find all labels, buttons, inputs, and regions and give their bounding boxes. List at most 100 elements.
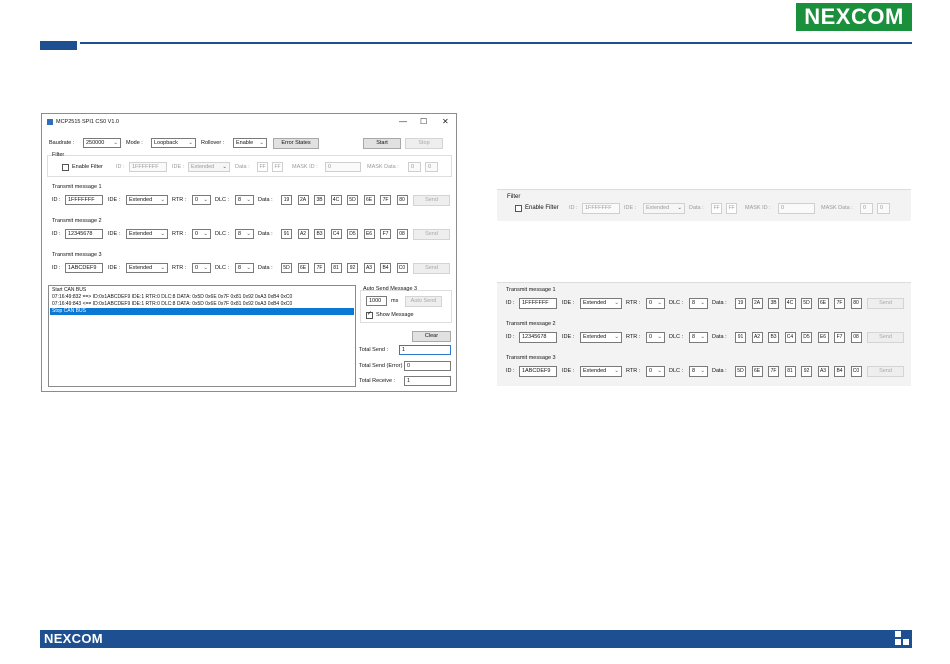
send-button-1[interactable]: Send (867, 298, 904, 309)
transmit-data-box[interactable]: C4 (330, 229, 342, 239)
transmit-dlc-select-2[interactable]: 8 ⌄ (235, 229, 254, 239)
transmit-dlc-select-1[interactable]: 8 ⌄ (689, 298, 708, 309)
transmit-data-box[interactable]: 7F (380, 195, 391, 205)
transmit-ide-select-3[interactable]: Extended ⌄ (580, 366, 622, 377)
transmit-id-field-2[interactable]: 12345678 (65, 229, 103, 239)
total-send-field[interactable]: 1 (399, 345, 451, 355)
filter-mask-data-field[interactable]: 0 (425, 162, 438, 172)
transmit-data-box[interactable]: 91 (281, 229, 292, 239)
transmit-ide-select-1[interactable]: Extended ⌄ (580, 298, 622, 309)
send-button-3[interactable]: Send (867, 366, 904, 377)
filter-data-box[interactable]: FF (726, 203, 737, 214)
transmit-dlc-select-3[interactable]: 8 ⌄ (689, 366, 708, 377)
transmit-data-box[interactable]: 81 (784, 366, 796, 377)
transmit-data-box[interactable]: 4C (330, 195, 342, 205)
message-log[interactable]: Start CAN BUS 07:16:49:832 ==> ID:0x1ABC… (48, 285, 356, 387)
transmit-data-box[interactable]: D5 (801, 332, 812, 343)
enable-filter-checkbox[interactable] (62, 164, 69, 171)
transmit-data-box[interactable]: E6 (817, 332, 829, 343)
mode-select[interactable]: Loopback ⌄ (151, 138, 196, 148)
transmit-dlc-select-3[interactable]: 8 ⌄ (235, 263, 254, 273)
transmit-id-field-3[interactable]: 1ABCDEF9 (519, 366, 557, 377)
transmit-data-box[interactable]: 6E (363, 195, 375, 205)
baudrate-select[interactable]: 250000 ⌄ (83, 138, 121, 148)
transmit-ide-select-3[interactable]: Extended ⌄ (126, 263, 168, 273)
transmit-data-box[interactable]: 91 (735, 332, 746, 343)
filter-mask-data-field[interactable]: 0 (860, 203, 873, 214)
transmit-data-box[interactable]: A3 (817, 366, 829, 377)
transmit-data-box[interactable]: C0 (396, 263, 408, 273)
transmit-data-box[interactable]: B4 (380, 263, 391, 273)
start-button[interactable]: Start (363, 138, 401, 149)
transmit-rtr-select-1[interactable]: 0 ⌄ (646, 298, 665, 309)
filter-data-box[interactable]: FF (257, 162, 268, 172)
transmit-data-box[interactable]: E6 (363, 229, 375, 239)
filter-id-field[interactable]: 1FFFFFFF (129, 162, 167, 172)
auto-send-interval-field[interactable]: 1000 (366, 296, 387, 306)
transmit-dlc-select-1[interactable]: 8 ⌄ (235, 195, 254, 205)
maximize-icon[interactable]: ☐ (420, 117, 427, 127)
transmit-data-box[interactable]: 80 (396, 195, 408, 205)
send-button-3[interactable]: Send (413, 263, 450, 274)
log-line-selected[interactable]: Stop CAN BUS (50, 308, 354, 315)
transmit-data-box[interactable]: 19 (281, 195, 292, 205)
filter-mask-id-field[interactable]: 0 (325, 162, 361, 172)
transmit-data-box[interactable]: 4C (784, 298, 796, 309)
filter-id-field[interactable]: 1FFFFFFF (582, 203, 620, 214)
transmit-data-box[interactable]: C4 (784, 332, 796, 343)
transmit-data-box[interactable]: A2 (297, 229, 309, 239)
transmit-data-box[interactable]: 2A (297, 195, 309, 205)
error-states-button[interactable]: Error States (273, 138, 319, 149)
close-icon[interactable]: ✕ (442, 117, 449, 127)
filter-mask-id-field[interactable]: 0 (778, 203, 815, 214)
filter-data-box[interactable]: FF (272, 162, 283, 172)
transmit-data-box[interactable]: B3 (768, 332, 779, 343)
transmit-data-box[interactable]: 6E (751, 366, 763, 377)
transmit-data-box[interactable]: 6E (297, 263, 309, 273)
transmit-dlc-select-2[interactable]: 8 ⌄ (689, 332, 708, 343)
transmit-data-box[interactable]: 5D (347, 195, 358, 205)
transmit-data-box[interactable]: 81 (330, 263, 342, 273)
filter-ide-select[interactable]: Extended ⌄ (643, 203, 685, 214)
transmit-rtr-select-2[interactable]: 0 ⌄ (192, 229, 211, 239)
transmit-data-box[interactable]: A2 (751, 332, 763, 343)
transmit-data-box[interactable]: 92 (801, 366, 812, 377)
transmit-id-field-3[interactable]: 1ABCDEF9 (65, 263, 103, 273)
total-receive-field[interactable]: 1 (404, 376, 451, 386)
transmit-data-box[interactable]: D5 (347, 229, 358, 239)
transmit-data-box[interactable]: 19 (735, 298, 746, 309)
transmit-data-box[interactable]: F7 (380, 229, 391, 239)
transmit-data-box[interactable]: 08 (396, 229, 408, 239)
transmit-rtr-select-2[interactable]: 0 ⌄ (646, 332, 665, 343)
transmit-data-box[interactable]: 2A (751, 298, 763, 309)
transmit-id-field-1[interactable]: 1FFFFFFF (65, 195, 103, 205)
enable-filter-checkbox[interactable] (515, 205, 522, 212)
transmit-data-box[interactable]: B3 (314, 229, 325, 239)
filter-mask-data-field[interactable]: 0 (408, 162, 421, 172)
transmit-data-box[interactable]: A3 (363, 263, 375, 273)
send-button-2[interactable]: Send (867, 332, 904, 343)
filter-data-box[interactable]: FF (711, 203, 722, 214)
send-button-1[interactable]: Send (413, 195, 450, 206)
transmit-ide-select-2[interactable]: Extended ⌄ (580, 332, 622, 343)
transmit-data-box[interactable]: 7F (314, 263, 325, 273)
transmit-id-field-1[interactable]: 1FFFFFFF (519, 298, 557, 309)
transmit-data-box[interactable]: 5D (735, 366, 746, 377)
transmit-data-box[interactable]: 08 (850, 332, 862, 343)
auto-send-button[interactable]: Auto Send (405, 296, 442, 307)
transmit-rtr-select-3[interactable]: 0 ⌄ (646, 366, 665, 377)
send-button-2[interactable]: Send (413, 229, 450, 240)
transmit-rtr-select-1[interactable]: 0 ⌄ (192, 195, 211, 205)
clear-button[interactable]: Clear (412, 331, 451, 342)
transmit-data-box[interactable]: 3B (768, 298, 779, 309)
show-message-checkbox[interactable] (366, 310, 373, 319)
transmit-ide-select-2[interactable]: Extended ⌄ (126, 229, 168, 239)
transmit-ide-select-1[interactable]: Extended ⌄ (126, 195, 168, 205)
minimize-icon[interactable]: — (399, 117, 407, 127)
rollover-select[interactable]: Enable ⌄ (233, 138, 267, 148)
transmit-data-box[interactable]: C0 (850, 366, 862, 377)
total-send-error-field[interactable]: 0 (404, 361, 451, 371)
transmit-data-box[interactable]: 92 (347, 263, 358, 273)
transmit-data-box[interactable]: 7F (768, 366, 779, 377)
filter-ide-select[interactable]: Extended ⌄ (188, 162, 230, 172)
